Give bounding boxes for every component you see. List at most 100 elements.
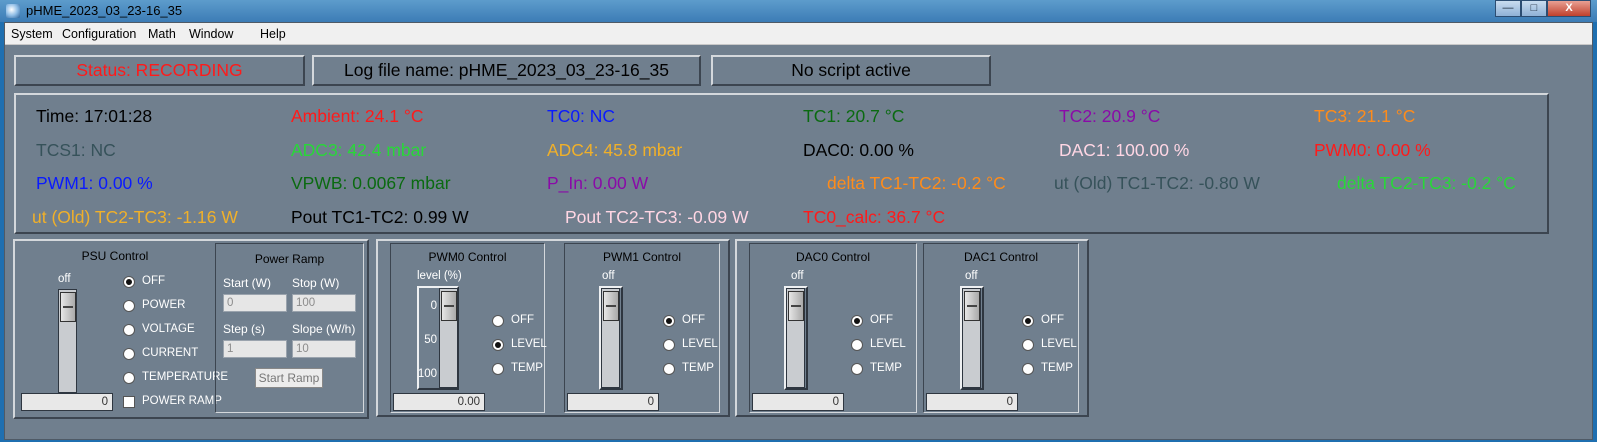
- readout-pwm1: PWM1: 0.00 %: [36, 173, 153, 193]
- status-recording: Status: RECORDING: [14, 55, 305, 86]
- psu-value: 0: [21, 393, 113, 411]
- dac0-radio-off[interactable]: OFF: [851, 314, 893, 328]
- readout-adc3: ADC3: 42.4 mbar: [291, 140, 427, 160]
- readout-delta-tc1-tc2: delta TC1-TC2: -0.2 °C: [827, 173, 1006, 193]
- menu-math[interactable]: Math: [148, 27, 176, 41]
- pwm-control-group: PWM0 Control level (%) 0 50 100 0.00 OFF…: [376, 239, 730, 417]
- pwm0-control-title: PWM0 Control: [428, 250, 507, 264]
- power-ramp-panel: Power Ramp Start (W) Stop (W) 0 100 Step…: [215, 243, 364, 413]
- dac1-radio-level[interactable]: LEVEL: [1022, 338, 1077, 352]
- app-icon: [6, 4, 20, 18]
- dac1-slider-frame: [960, 286, 984, 390]
- menu-system[interactable]: System: [11, 27, 53, 41]
- readout-dac1: DAC1: 100.00 %: [1059, 140, 1190, 160]
- readout-ambient: Ambient: 24.1 °C: [291, 106, 424, 126]
- pwm1-slider[interactable]: [601, 288, 620, 388]
- pwm1-slider-thumb[interactable]: [603, 291, 619, 321]
- readout-time: Time: 17:01:28: [36, 106, 153, 126]
- psu-slider-thumb[interactable]: [60, 292, 76, 322]
- dac1-value: 0: [926, 393, 1018, 411]
- pwm0-radio-level[interactable]: LEVEL: [492, 338, 547, 352]
- pwm1-radio-level[interactable]: LEVEL: [663, 338, 718, 352]
- pwm1-control-panel: PWM1 Control off 0 OFF LEVEL TEMP: [564, 243, 720, 413]
- pwm0-radio-temp[interactable]: TEMP: [492, 362, 543, 376]
- psu-radio-voltage[interactable]: VOLTAGE: [123, 323, 195, 337]
- pwm0-tick-0: 0: [430, 300, 437, 312]
- pwm0-value: 0.00: [393, 393, 485, 411]
- psu-control-title: PSU Control: [81, 249, 149, 263]
- maximize-button[interactable]: □: [1521, 0, 1547, 17]
- readout-vpwb: VPWB: 0.0067 mbar: [291, 173, 451, 193]
- readout-p-in: P_In: 0.00 W: [547, 173, 649, 193]
- dac1-radio-temp[interactable]: TEMP: [1022, 362, 1073, 376]
- pwm0-tick-50: 50: [424, 334, 437, 346]
- dac1-radio-off[interactable]: OFF: [1022, 314, 1064, 328]
- ramp-start-label: Start (W): [223, 276, 271, 290]
- close-button[interactable]: X: [1547, 0, 1591, 17]
- dac0-slider-thumb[interactable]: [788, 291, 804, 321]
- dac0-control-panel: DAC0 Control off 0 OFF LEVEL TEMP: [749, 243, 917, 413]
- readout-delta-tc2-tc3: delta TC2-TC3: -0.2 °C: [1337, 173, 1516, 193]
- ramp-stop-input[interactable]: 100: [292, 294, 356, 312]
- ramp-step-label: Step (s): [223, 322, 266, 336]
- pwm1-radio-temp[interactable]: TEMP: [663, 362, 714, 376]
- ramp-stop-label: Stop (W): [292, 276, 340, 290]
- readout-dac0: DAC0: 0.00 %: [803, 140, 914, 160]
- ramp-slope-label: Slope (W/h): [292, 322, 356, 336]
- pwm0-slider-thumb[interactable]: [441, 291, 457, 321]
- minimize-button[interactable]: —: [1495, 0, 1521, 17]
- menu-bar: System Configuration Math Window Help: [5, 23, 1592, 45]
- dac-control-group: DAC0 Control off 0 OFF LEVEL TEMP DAC1 C…: [735, 239, 1089, 417]
- pwm1-radio-off[interactable]: OFF: [663, 314, 705, 328]
- psu-slider[interactable]: [58, 289, 77, 393]
- psu-radio-current[interactable]: CURRENT: [123, 347, 198, 361]
- dac1-control-panel: DAC1 Control off 0 OFF LEVEL TEMP: [923, 243, 1079, 413]
- psu-radio-off[interactable]: OFF: [123, 275, 165, 289]
- pwm0-radio-off[interactable]: OFF: [492, 314, 534, 328]
- pwm0-tick-100: 100: [417, 368, 437, 380]
- dac0-control-title: DAC0 Control: [795, 250, 871, 264]
- menu-help[interactable]: Help: [260, 27, 286, 41]
- script-status: No script active: [711, 55, 991, 86]
- readout-tc2: TC2: 20.9 °C: [1059, 106, 1161, 126]
- dac0-slider[interactable]: [786, 288, 805, 388]
- log-file-name: Log file name: pHME_2023_03_23-16_35: [312, 55, 701, 86]
- readout-tc0: TC0: NC: [547, 106, 616, 126]
- dac0-radio-level[interactable]: LEVEL: [851, 338, 906, 352]
- readout-panel: Time: 17:01:28 Ambient: 24.1 °C TC0: NC …: [14, 93, 1549, 234]
- dac1-slider-label: off: [965, 270, 978, 282]
- dac0-slider-label: off: [791, 270, 804, 282]
- readout-adc4: ADC4: 45.8 mbar: [547, 140, 683, 160]
- power-ramp-title: Power Ramp: [254, 252, 325, 266]
- ramp-slope-input[interactable]: 10: [292, 340, 356, 358]
- dac1-slider-thumb[interactable]: [964, 291, 980, 321]
- readout-tc0-calc: TC0_calc: 36.7 °C: [803, 207, 946, 227]
- dac0-value: 0: [752, 393, 844, 411]
- pwm1-slider-label: off: [602, 270, 615, 282]
- pwm1-slider-frame: [599, 286, 623, 390]
- psu-radio-power[interactable]: POWER: [123, 299, 185, 313]
- start-ramp-button[interactable]: Start Ramp: [255, 368, 323, 388]
- psu-control-panel: PSU Control off 0 OFF POWER VOLTAGE CURR…: [13, 239, 369, 419]
- dac0-radio-temp[interactable]: TEMP: [851, 362, 902, 376]
- readout-pwm0: PWM0: 0.00 %: [1314, 140, 1431, 160]
- pwm0-control-panel: PWM0 Control level (%) 0 50 100 0.00 OFF…: [390, 243, 547, 413]
- menu-configuration[interactable]: Configuration: [62, 27, 136, 41]
- pwm0-slider-frame: 0 50 100: [417, 286, 459, 390]
- readout-old-tc2-tc3: ut (Old) TC2-TC3: -1.16 W: [32, 207, 238, 227]
- window-title: pHME_2023_03_23-16_35: [26, 3, 183, 18]
- menu-window[interactable]: Window: [189, 27, 233, 41]
- dac1-slider[interactable]: [962, 288, 981, 388]
- pwm1-value: 0: [567, 393, 659, 411]
- psu-radio-temperature[interactable]: TEMPERATURE: [123, 371, 228, 385]
- pwm1-control-title: PWM1 Control: [602, 250, 682, 264]
- pwm0-slider[interactable]: [439, 288, 458, 388]
- main-window: System Configuration Math Window Help St…: [4, 22, 1593, 440]
- ramp-step-input[interactable]: 1: [223, 340, 287, 358]
- readout-old-tc1-tc2: ut (Old) TC1-TC2: -0.80 W: [1054, 173, 1260, 193]
- power-ramp-checkbox[interactable]: POWER RAMP: [123, 395, 222, 408]
- readout-tc1: TC1: 20.7 °C: [803, 106, 905, 126]
- ramp-start-input[interactable]: 0: [223, 294, 287, 312]
- window-controls: — □ X: [1495, 0, 1591, 18]
- pwm0-slider-label: level (%): [417, 270, 462, 282]
